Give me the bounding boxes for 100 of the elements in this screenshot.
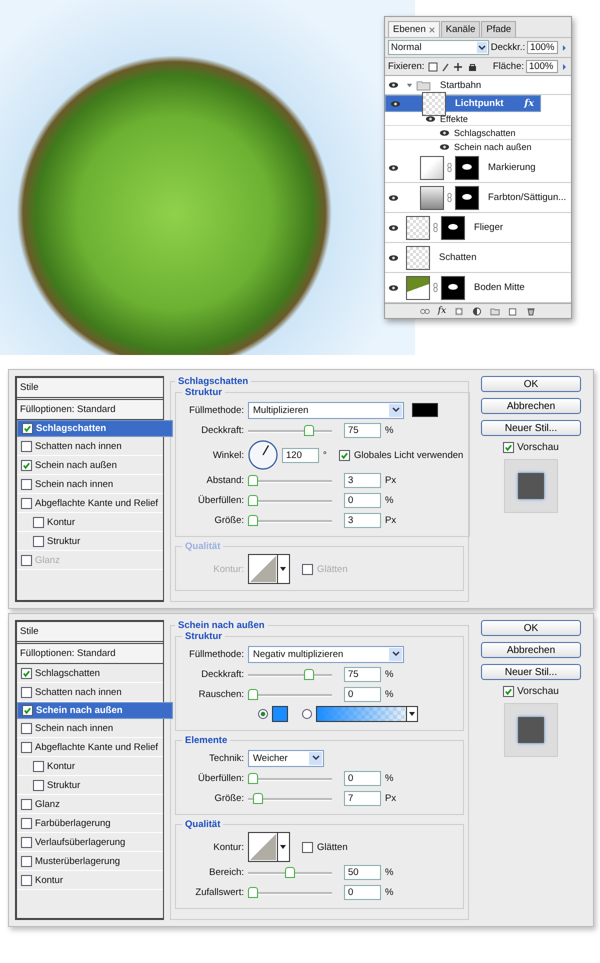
style-item[interactable]: Verlaufsüberlagerung xyxy=(17,833,163,852)
checkbox[interactable] xyxy=(22,423,33,434)
dropdown[interactable]: Negativ multiplizieren xyxy=(248,646,404,662)
input-field[interactable]: 0 xyxy=(344,770,381,786)
style-item[interactable]: Struktur xyxy=(17,532,163,551)
input-field[interactable]: 7 xyxy=(344,790,381,806)
style-item[interactable]: Farbüberlagerung xyxy=(17,814,163,833)
input-field[interactable]: 120 xyxy=(282,448,319,462)
close-icon[interactable] xyxy=(428,26,435,32)
slider-thumb[interactable] xyxy=(253,792,264,804)
slider-thumb[interactable] xyxy=(248,688,258,700)
style-item[interactable]: Kontur xyxy=(17,513,163,532)
input-field[interactable]: 3 xyxy=(344,512,381,528)
effects-row[interactable]: Effekte xyxy=(385,112,571,125)
new-layer-icon[interactable] xyxy=(508,306,518,316)
blend-options-item[interactable]: Fülloptionen: Standard xyxy=(17,644,163,664)
checkbox[interactable] xyxy=(21,722,32,734)
dialog-button[interactable]: Neuer Stil... xyxy=(481,420,581,436)
eye-icon[interactable] xyxy=(388,164,399,172)
layer-row[interactable]: Boden Mitte xyxy=(385,273,571,303)
checkbox[interactable] xyxy=(33,536,44,546)
slider-thumb[interactable] xyxy=(285,866,295,878)
dropdown[interactable]: Weicher xyxy=(248,750,324,766)
gradient-picker[interactable] xyxy=(316,706,418,722)
fill-field[interactable]: 100% xyxy=(526,60,558,73)
checkbox[interactable] xyxy=(21,798,32,810)
checkbox[interactable] xyxy=(33,780,44,790)
eye-icon[interactable] xyxy=(439,128,450,136)
half-circle-icon[interactable] xyxy=(472,306,482,316)
slider-thumb[interactable] xyxy=(304,424,314,436)
layer-row[interactable]: Markierung xyxy=(385,153,571,183)
input-field[interactable]: 50 xyxy=(344,864,381,880)
checkbox[interactable] xyxy=(21,498,32,508)
checkbox[interactable] xyxy=(21,836,32,848)
panel-tab[interactable]: Ebenen xyxy=(388,21,440,37)
arrow-icon[interactable] xyxy=(560,62,568,70)
style-item[interactable]: Schlagschatten xyxy=(17,420,173,437)
checkbox[interactable] xyxy=(21,686,32,698)
eye-icon[interactable] xyxy=(425,114,436,122)
panel-tab[interactable]: Pfade xyxy=(481,21,516,37)
checkbox[interactable] xyxy=(33,760,44,772)
color-swatch[interactable] xyxy=(272,706,288,722)
panel-tab[interactable]: Kanäle xyxy=(440,21,480,37)
style-item[interactable]: Kontur xyxy=(17,757,163,776)
blend-options-item[interactable]: Fülloptionen: Standard xyxy=(17,400,163,420)
blend-mode-select[interactable]: Normal xyxy=(388,40,489,55)
chain-icon[interactable] xyxy=(447,192,452,203)
input-field[interactable]: 3 xyxy=(344,472,381,488)
slider-thumb[interactable] xyxy=(248,494,258,506)
mask-icon[interactable] xyxy=(454,306,464,316)
chain-icon[interactable] xyxy=(447,162,452,173)
effect-row[interactable]: Schein nach außen xyxy=(385,139,571,153)
eye-icon[interactable] xyxy=(388,81,399,89)
lock-icons[interactable] xyxy=(428,62,478,72)
checkbox[interactable] xyxy=(339,450,350,460)
dialog-button[interactable]: OK xyxy=(481,376,581,392)
checkbox[interactable] xyxy=(503,442,514,453)
trash-icon[interactable] xyxy=(526,306,536,316)
style-item[interactable]: Kontur xyxy=(17,871,163,890)
angle-dial[interactable] xyxy=(248,440,278,470)
eye-icon[interactable] xyxy=(439,142,450,150)
style-item[interactable]: Schein nach außen xyxy=(17,702,173,719)
input-field[interactable]: 0 xyxy=(344,492,381,508)
slider-thumb[interactable] xyxy=(248,514,258,526)
arrow-icon[interactable] xyxy=(560,44,568,52)
checkbox[interactable] xyxy=(503,686,514,697)
style-item[interactable]: Musterüberlagerung xyxy=(17,852,163,871)
style-item[interactable]: Abgeflachte Kante und Relief xyxy=(17,494,163,513)
expand-arrow-icon[interactable] xyxy=(406,82,413,88)
dialog-button[interactable]: Abbrechen xyxy=(481,398,581,414)
layer-row[interactable]: Schatten xyxy=(385,243,571,273)
eye-icon[interactable] xyxy=(388,224,399,232)
color-swatch[interactable] xyxy=(412,403,438,417)
style-item[interactable]: Schlagschatten xyxy=(17,664,163,683)
contour-picker[interactable] xyxy=(248,832,290,862)
eye-icon[interactable] xyxy=(388,194,399,202)
checkbox[interactable] xyxy=(33,516,44,528)
chain-icon[interactable] xyxy=(433,282,438,293)
radio-button[interactable] xyxy=(302,709,312,719)
checkbox[interactable] xyxy=(21,742,32,752)
dialog-button[interactable]: Neuer Stil... xyxy=(481,664,581,680)
style-item[interactable]: Schein nach innen xyxy=(17,475,163,494)
chain-icon[interactable] xyxy=(433,222,438,233)
style-item[interactable]: Struktur xyxy=(17,776,163,795)
eye-icon[interactable] xyxy=(388,284,399,292)
checkbox[interactable] xyxy=(21,874,32,886)
slider-thumb[interactable] xyxy=(304,668,314,680)
style-item[interactable]: Glanz xyxy=(17,795,163,814)
checkbox[interactable] xyxy=(21,440,32,452)
opacity-field[interactable]: 100% xyxy=(527,41,558,54)
eye-icon[interactable] xyxy=(390,100,401,108)
checkbox[interactable] xyxy=(21,478,32,490)
folder-icon[interactable] xyxy=(490,306,500,316)
slider-thumb[interactable] xyxy=(248,474,258,486)
style-item[interactable]: Abgeflachte Kante und Relief xyxy=(17,738,163,757)
checkbox[interactable] xyxy=(21,460,32,470)
link-icon[interactable] xyxy=(420,306,430,316)
input-field[interactable]: 0 xyxy=(344,884,381,900)
checkbox[interactable] xyxy=(22,705,33,716)
checkbox[interactable] xyxy=(21,818,32,828)
